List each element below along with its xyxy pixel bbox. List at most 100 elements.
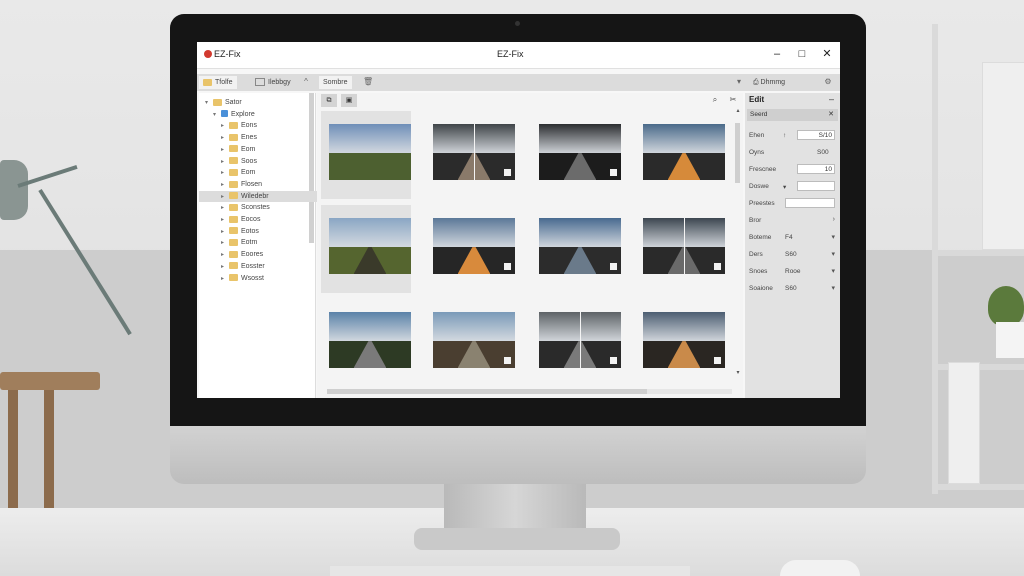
scroll-thumb[interactable] [735, 123, 740, 183]
expand-arrow-icon[interactable]: ▸ [221, 262, 229, 273]
grid-scrollbar[interactable]: ▴ ▾ [735, 107, 741, 377]
photo-thumbnail[interactable] [643, 124, 725, 180]
chevron-right-icon[interactable]: › [833, 216, 835, 223]
section-close-icon[interactable]: ✕ [828, 110, 834, 118]
shelf-board [938, 250, 1024, 256]
tree-item[interactable]: ▸ Eom [199, 167, 329, 178]
tree-item[interactable]: ▸ Sconstes [199, 202, 329, 213]
thumbnail-cell[interactable] [425, 205, 515, 293]
settings-icon[interactable]: ⚙ [823, 77, 833, 87]
tree-item[interactable]: ▸ Eocos [199, 214, 329, 225]
tree-item[interactable]: ▸ Eotm [199, 237, 329, 248]
panel-collapse-button[interactable]: – [829, 94, 834, 104]
expand-arrow-icon[interactable]: ▸ [221, 133, 229, 144]
tree-item[interactable]: ▸ Wiledebr [199, 190, 329, 203]
thumbnail-divider [684, 218, 685, 274]
panel-select[interactable] [797, 181, 835, 191]
expand-arrow-icon[interactable]: ▸ [221, 238, 229, 249]
panel-input[interactable] [785, 198, 835, 208]
view-grid-button[interactable]: ⧉ [321, 94, 337, 107]
expand-arrow-icon[interactable]: ▸ [221, 250, 229, 261]
tab-browse[interactable]: Sombre [319, 76, 352, 89]
collapse-icon[interactable]: ^ [301, 77, 311, 87]
thumbnail-cell[interactable] [531, 111, 621, 199]
panel-section-header[interactable]: Seerd ✕ [747, 109, 838, 121]
expand-arrow-icon[interactable]: ▸ [221, 145, 229, 156]
photo-thumbnail[interactable] [643, 312, 725, 368]
expand-arrow-icon[interactable]: ▾ [213, 110, 221, 121]
maximize-button[interactable]: □ [793, 47, 811, 61]
photo-thumbnail[interactable] [329, 312, 411, 368]
panel-select-value[interactable]: F4 [785, 234, 793, 241]
tree-item[interactable]: ▸ Flosen [199, 179, 329, 190]
tree-item[interactable]: ▸ Eoores [199, 249, 329, 260]
photo-thumbnail[interactable] [433, 312, 515, 368]
tab-library[interactable]: Ilebbgy [251, 76, 295, 89]
window-title: EZ-Fix [497, 49, 524, 59]
view-single-button[interactable]: ▣ [341, 94, 357, 107]
expand-arrow-icon[interactable]: ▸ [221, 180, 229, 191]
thumbnail-cell[interactable] [321, 111, 411, 199]
scroll-down-arrow[interactable]: ▾ [735, 369, 741, 376]
tree-item[interactable]: ▸ Eons [199, 120, 329, 131]
trash-icon[interactable]: 🗑 [363, 77, 373, 87]
zoom-icon[interactable]: ⌕ [710, 95, 720, 105]
dropdown-icon[interactable]: ▾ [831, 267, 835, 275]
thumbnail-cell[interactable] [635, 205, 725, 293]
dropdown-icon[interactable]: ▾ [831, 284, 835, 292]
dropdown-icon[interactable]: ▾ [831, 250, 835, 258]
thumbnail-cell[interactable] [425, 111, 515, 199]
panel-select-value[interactable]: Rooe [785, 268, 801, 275]
thumbnail-cell[interactable] [635, 299, 725, 387]
thumbnail-cell[interactable] [635, 111, 725, 199]
tree-item[interactable]: ▸ Wsosst [199, 273, 329, 284]
expand-arrow-icon[interactable]: ▸ [221, 192, 229, 203]
panel-input[interactable]: 10 [797, 164, 835, 174]
tab-folders[interactable]: Tfolfe [199, 76, 237, 89]
thumbnail-cell[interactable] [531, 205, 621, 293]
crop-icon[interactable]: ✂ [728, 95, 738, 105]
tree-item[interactable]: ▾ Sator [199, 97, 313, 108]
minimize-button[interactable]: – [768, 47, 786, 61]
photo-thumbnail[interactable] [329, 124, 411, 180]
dropdown-icon[interactable]: ▾ [831, 233, 835, 241]
tab-printing[interactable]: ⎙ Dhmmg [749, 76, 789, 89]
thumbnail-cell[interactable] [425, 299, 515, 387]
tree-item[interactable]: ▾ Explore [199, 109, 321, 120]
horizontal-scrollbar[interactable] [327, 389, 732, 394]
stool-leg [44, 390, 54, 518]
tree-item[interactable]: ▸ Eom [199, 144, 329, 155]
thumbnail-cell[interactable] [321, 205, 411, 293]
photo-thumbnail[interactable] [643, 218, 725, 274]
photo-thumbnail[interactable] [539, 124, 621, 180]
tree-item[interactable]: ▸ Enes [199, 132, 329, 143]
photo-thumbnail[interactable] [539, 218, 621, 274]
thumbnail-cell[interactable] [531, 299, 621, 387]
tree-item[interactable]: ▸ Eotos [199, 226, 329, 237]
photo-thumbnail[interactable] [433, 218, 515, 274]
horizontal-scroll-thumb[interactable] [327, 389, 647, 394]
arrow-up-icon[interactable]: ↑ [783, 132, 786, 139]
expand-arrow-icon[interactable]: ▸ [221, 203, 229, 214]
expand-arrow-icon[interactable]: ▸ [221, 157, 229, 168]
expand-arrow-icon[interactable]: ▸ [221, 274, 229, 285]
expand-arrow-icon[interactable]: ▸ [221, 168, 229, 179]
expand-arrow-icon[interactable]: ▸ [221, 215, 229, 226]
close-button[interactable]: ✕ [818, 47, 836, 61]
dropdown-icon[interactable]: ▾ [734, 77, 744, 87]
photo-thumbnail[interactable] [433, 124, 515, 180]
tree-item[interactable]: ▸ Soos [199, 156, 329, 167]
panel-input[interactable]: S/10 [797, 130, 835, 140]
panel-select-value[interactable]: S60 [785, 285, 797, 292]
scroll-up-arrow[interactable]: ▴ [735, 107, 741, 114]
panel-select-value[interactable]: S60 [785, 251, 797, 258]
photo-thumbnail[interactable] [329, 218, 411, 274]
expand-arrow-icon[interactable]: ▸ [221, 121, 229, 132]
photo-thumbnail[interactable] [539, 312, 621, 368]
tree-item[interactable]: ▸ Eosster [199, 261, 329, 272]
expand-arrow-icon[interactable]: ▾ [205, 98, 213, 109]
tree-item-label: Eom [241, 169, 256, 177]
dropdown-icon[interactable]: ▾ [783, 183, 786, 191]
expand-arrow-icon[interactable]: ▸ [221, 227, 229, 238]
thumbnail-cell[interactable] [321, 299, 411, 387]
